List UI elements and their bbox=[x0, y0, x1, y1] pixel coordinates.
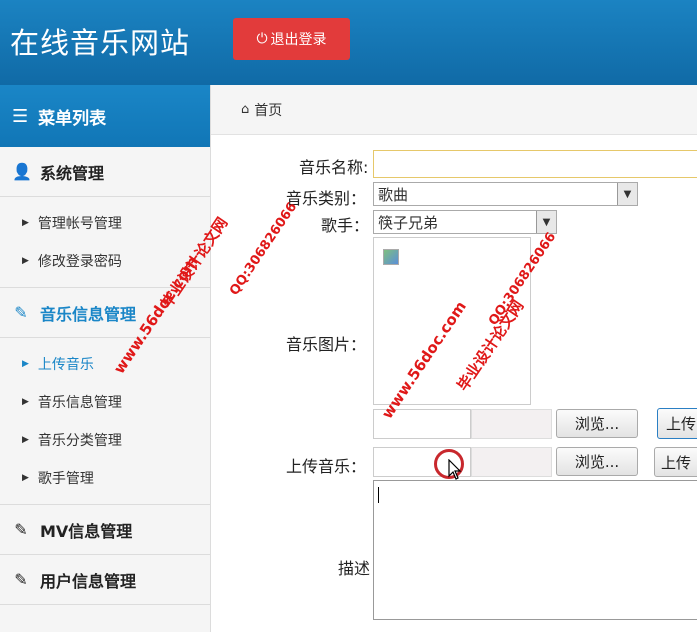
caret-right-icon: ▶ bbox=[22, 473, 29, 483]
subgroup-music: ▶ 上传音乐 ▶ 音乐信息管理 ▶ 音乐分类管理 ▶ 歌手管理 bbox=[0, 338, 210, 505]
menu-header: ☰ 菜单列表 bbox=[0, 85, 210, 147]
menu-title: 菜单列表 bbox=[38, 108, 107, 129]
breadcrumb: ⌂ 首页 bbox=[211, 85, 697, 135]
list-icon: ☰ bbox=[12, 105, 29, 127]
sidebar-section-system[interactable]: 👤 系统管理 bbox=[0, 147, 210, 197]
music-file-label: 上传音乐： bbox=[286, 457, 367, 476]
image-file-gap bbox=[471, 409, 552, 439]
music-browse-button[interactable]: 浏览... bbox=[556, 447, 638, 476]
category-label: 音乐类别： bbox=[286, 189, 367, 208]
category-select[interactable]: 歌曲 ▼ bbox=[373, 182, 638, 206]
edit-icon: ✎ bbox=[14, 570, 28, 589]
text-caret bbox=[378, 487, 379, 503]
sidebar-item-music-category[interactable]: ▶ 音乐分类管理 bbox=[0, 421, 210, 459]
music-file-gap bbox=[471, 447, 552, 477]
sidebar-item-admin-accounts[interactable]: ▶ 管理帐号管理 bbox=[0, 204, 210, 242]
edit-icon: ✎ bbox=[14, 520, 28, 539]
sidebar-item-singers[interactable]: ▶ 歌手管理 bbox=[0, 459, 210, 497]
category-value: 歌曲 bbox=[378, 185, 409, 204]
music-upload-button[interactable]: 上传 bbox=[654, 447, 697, 477]
music-name-label: 音乐名称: bbox=[299, 158, 369, 177]
watermark-qq: QQ:306826066 bbox=[227, 199, 301, 299]
description-label: 描述 bbox=[338, 559, 371, 578]
caret-right-icon: ▶ bbox=[22, 397, 29, 407]
power-icon: ⏻ bbox=[256, 31, 268, 47]
sidebar-item-music-info[interactable]: ▶ 音乐信息管理 bbox=[0, 383, 210, 421]
sidebar-item-label: 上传音乐 bbox=[37, 357, 94, 373]
sidebar-section-mv-info[interactable]: ✎ MV信息管理 bbox=[0, 505, 210, 555]
app-title: 在线音乐网站 bbox=[10, 26, 191, 60]
edit-icon: ✎ bbox=[14, 303, 28, 322]
section-label: 用户信息管理 bbox=[40, 571, 137, 591]
image-browse-button[interactable]: 浏览... bbox=[556, 409, 638, 438]
singer-label: 歌手： bbox=[321, 216, 370, 235]
caret-right-icon: ▶ bbox=[22, 218, 29, 228]
image-label: 音乐图片： bbox=[286, 335, 367, 354]
breadcrumb-home[interactable]: 首页 bbox=[254, 100, 282, 120]
user-icon: 👤 bbox=[12, 162, 32, 181]
mouse-pointer-icon bbox=[448, 459, 462, 480]
singer-value: 筷子兄弟 bbox=[378, 213, 439, 232]
sidebar-item-label: 修改登录密码 bbox=[37, 254, 122, 270]
caret-right-icon: ▶ bbox=[22, 359, 29, 369]
sidebar-item-label: 音乐分类管理 bbox=[37, 433, 122, 449]
sidebar-item-label: 歌手管理 bbox=[37, 471, 94, 487]
sidebar-item-upload-music[interactable]: ▶ 上传音乐 bbox=[0, 345, 210, 383]
caret-right-icon: ▶ bbox=[22, 435, 29, 445]
sidebar-item-label: 音乐信息管理 bbox=[37, 395, 122, 411]
section-label: MV信息管理 bbox=[40, 521, 133, 541]
logout-label: 退出登录 bbox=[270, 32, 327, 48]
sidebar-section-user-info[interactable]: ✎ 用户信息管理 bbox=[0, 555, 210, 605]
section-label: 音乐信息管理 bbox=[40, 304, 137, 324]
sidebar-item-label: 管理帐号管理 bbox=[37, 216, 122, 232]
home-icon: ⌂ bbox=[241, 102, 250, 117]
dropdown-arrow-icon: ▼ bbox=[617, 183, 637, 205]
section-label: 系统管理 bbox=[40, 163, 105, 183]
top-header: 在线音乐网站 ⏻ 退出登录 bbox=[0, 0, 697, 85]
description-textarea[interactable] bbox=[373, 480, 697, 620]
broken-image-icon bbox=[383, 249, 399, 265]
logout-button[interactable]: ⏻ 退出登录 bbox=[233, 18, 350, 60]
singer-select[interactable]: 筷子兄弟 ▼ bbox=[373, 210, 557, 234]
caret-right-icon: ▶ bbox=[22, 256, 29, 266]
music-name-input[interactable] bbox=[373, 150, 697, 178]
image-upload-button[interactable]: 上传 bbox=[657, 408, 697, 439]
sidebar: ☰ 菜单列表 👤 系统管理 ▶ 管理帐号管理 ▶ 修改登录密码 ✎ 音乐信息管理… bbox=[0, 85, 211, 632]
